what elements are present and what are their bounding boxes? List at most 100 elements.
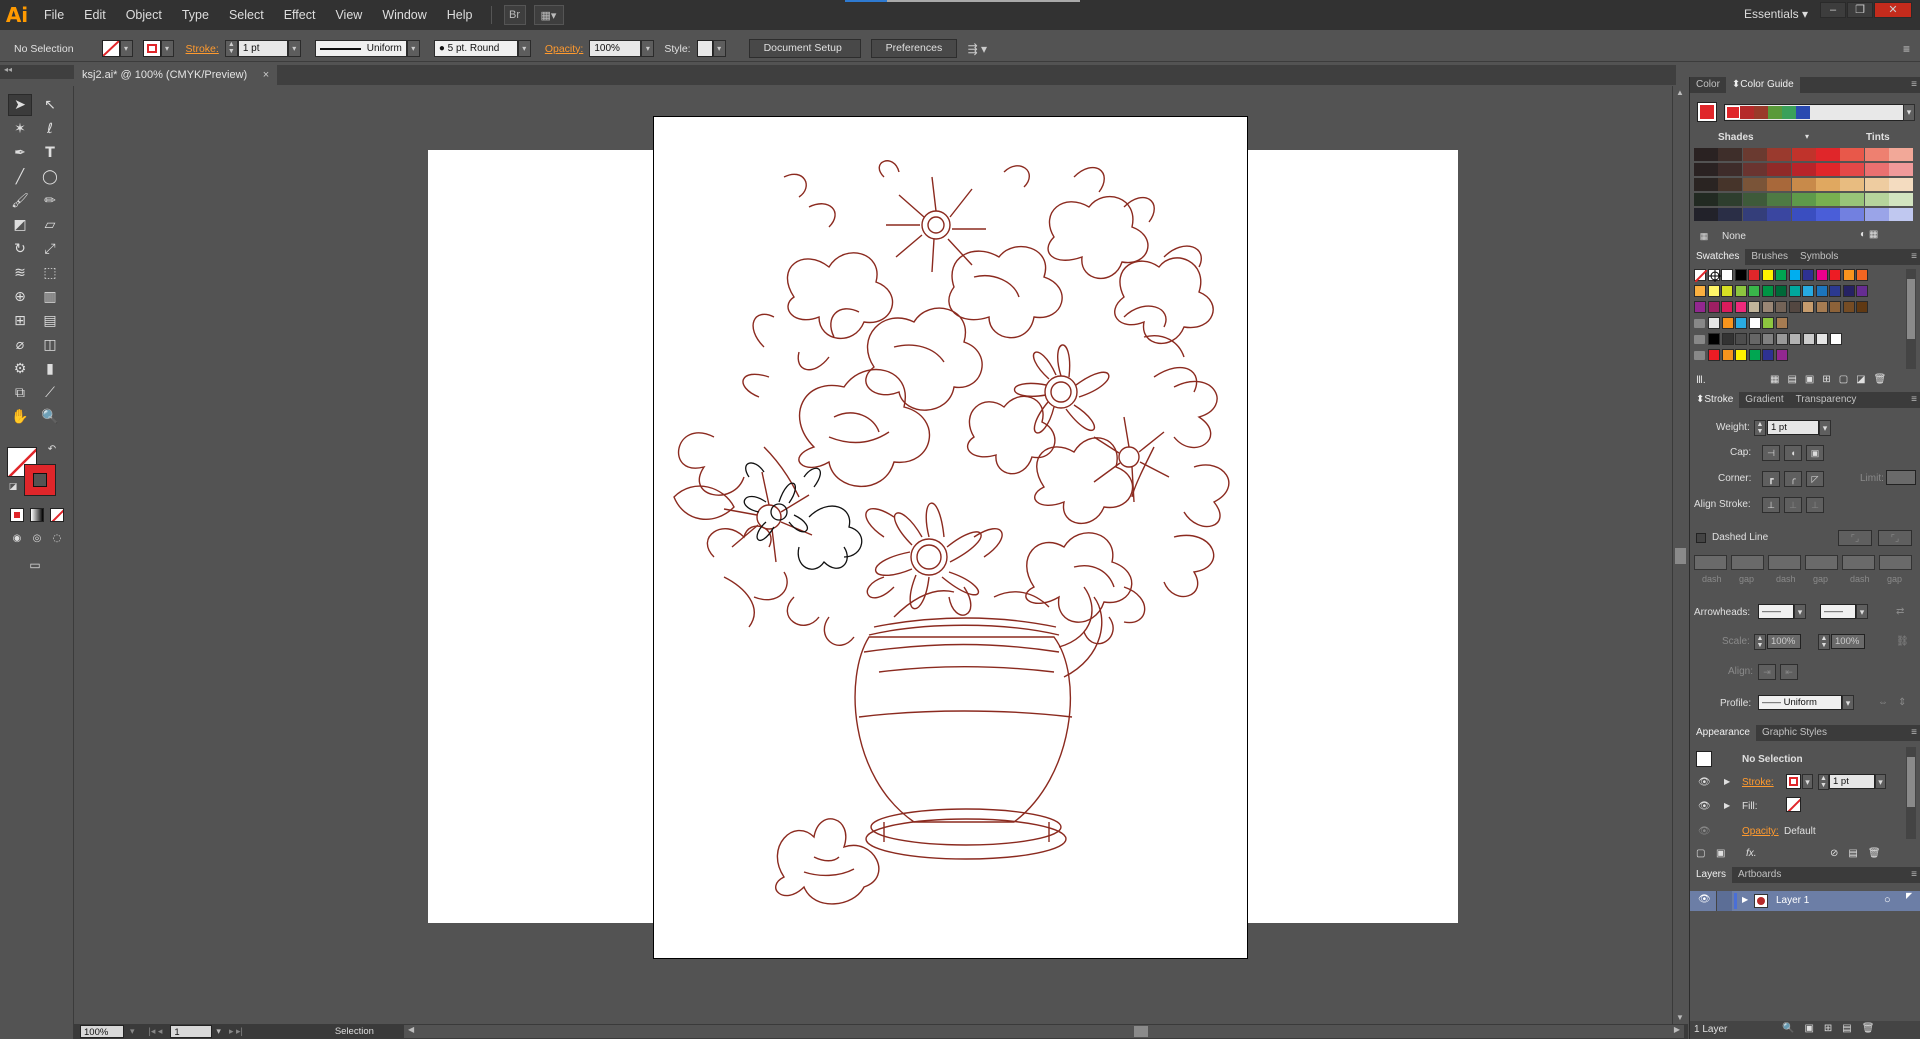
column-graph-tool-icon[interactable]: ▮ bbox=[38, 358, 62, 380]
first-artboard-icon[interactable]: |◂ ◂ bbox=[149, 1026, 163, 1037]
opacity-field[interactable]: 100% bbox=[589, 40, 642, 57]
color-swatch[interactable] bbox=[1707, 285, 1720, 297]
scale-start-field[interactable]: 100% bbox=[1767, 634, 1801, 649]
line-tool-icon[interactable]: ╱ bbox=[8, 166, 32, 188]
swatches-grid[interactable] bbox=[1694, 269, 1904, 369]
slice-tool-icon[interactable]: ⟋ bbox=[38, 382, 62, 404]
canvas[interactable] bbox=[75, 86, 1672, 1024]
color-swatch[interactable] bbox=[1775, 317, 1788, 329]
color-swatch[interactable] bbox=[1789, 333, 1801, 345]
color-guide-cell[interactable] bbox=[1791, 208, 1816, 221]
zoom-tool-icon[interactable]: 🔍 bbox=[38, 406, 62, 428]
color-guide-cell[interactable] bbox=[1816, 178, 1840, 191]
color-guide-cell[interactable] bbox=[1694, 148, 1718, 161]
color-guide-grid[interactable] bbox=[1694, 148, 1914, 223]
dashed-line-checkbox[interactable] bbox=[1696, 533, 1706, 543]
color-guide-cell[interactable] bbox=[1791, 148, 1816, 161]
color-swatch[interactable] bbox=[1721, 317, 1734, 329]
add-effect-icon[interactable]: fx. bbox=[1746, 848, 1757, 859]
color-swatch[interactable] bbox=[1734, 285, 1747, 297]
color-swatch[interactable] bbox=[1856, 301, 1868, 313]
projecting-cap-icon[interactable]: ▣ bbox=[1806, 445, 1824, 461]
color-guide-cell[interactable] bbox=[1816, 193, 1840, 206]
appearance-weight-dropdown[interactable]: ▾ bbox=[1875, 774, 1886, 789]
color-swatch[interactable] bbox=[1856, 285, 1868, 297]
appearance-stroke-stepper[interactable]: ▲ ▼ bbox=[1818, 774, 1829, 790]
toolbar-header[interactable]: ◂◂ bbox=[0, 65, 74, 79]
color-swatch[interactable] bbox=[1707, 301, 1720, 313]
weight-field[interactable]: 1 pt bbox=[1767, 420, 1819, 435]
appearance-fill-swatch[interactable] bbox=[1786, 797, 1801, 812]
color-swatch[interactable] bbox=[1775, 349, 1788, 361]
color-guide-cell[interactable] bbox=[1840, 178, 1865, 191]
stroke-indicator[interactable] bbox=[24, 464, 56, 496]
scroll-down-icon[interactable]: ▼ bbox=[1676, 1013, 1684, 1022]
color-swatch[interactable] bbox=[1735, 333, 1747, 345]
color-guide-cell[interactable] bbox=[1816, 208, 1840, 221]
magic-wand-tool-icon[interactable]: ✶ bbox=[8, 118, 32, 140]
color-guide-cell[interactable] bbox=[1694, 163, 1718, 176]
layer-expand-icon[interactable]: ▶ bbox=[1742, 895, 1748, 904]
opacity-visibility-icon[interactable]: 👁 bbox=[1698, 826, 1711, 837]
document-setup-button[interactable]: Document Setup bbox=[748, 39, 861, 58]
harmony-dropdown[interactable]: ▾ bbox=[1903, 104, 1915, 121]
color-guide-cell[interactable] bbox=[1864, 178, 1889, 191]
selection-tool-icon[interactable]: ➤ bbox=[8, 94, 32, 116]
dash-gap-field[interactable] bbox=[1768, 555, 1801, 570]
color-guide-cell[interactable] bbox=[1767, 178, 1792, 191]
flip-profile-icons[interactable]: ⇔⇕ bbox=[1878, 697, 1916, 708]
gradient-tool-icon[interactable]: ▤ bbox=[38, 310, 62, 332]
scroll-left-icon[interactable]: ◀ bbox=[408, 1025, 414, 1034]
dash-preserve-icon[interactable]: ⌜⌟ bbox=[1838, 530, 1872, 546]
menu-object[interactable]: Object bbox=[116, 0, 172, 30]
align-center-icon[interactable]: ⊥ bbox=[1762, 497, 1780, 513]
color-swatch[interactable] bbox=[1775, 333, 1788, 345]
stroke-weight-stepper[interactable]: ▲ ▼ bbox=[224, 40, 238, 57]
weight-dropdown[interactable]: ▾ bbox=[1819, 420, 1831, 436]
perspective-grid-tool-icon[interactable]: ▥ bbox=[38, 286, 62, 308]
swap-arrowheads-icon[interactable]: ⇄ bbox=[1896, 606, 1904, 617]
limit-field[interactable] bbox=[1886, 470, 1916, 485]
dash-gap-field[interactable] bbox=[1731, 555, 1764, 570]
layer-visibility-icon[interactable]: 👁 bbox=[1698, 894, 1711, 905]
color-mode-gradient[interactable] bbox=[30, 508, 44, 522]
color-swatch[interactable] bbox=[1735, 317, 1747, 329]
screen-mode-icon[interactable]: ▭ bbox=[22, 556, 48, 574]
swatches-panel-menu-icon[interactable]: ≡ bbox=[1911, 249, 1917, 265]
hand-tool-icon[interactable]: ✋ bbox=[8, 406, 32, 428]
tab-symbols[interactable]: Symbols bbox=[1794, 249, 1844, 265]
dash-align-icon[interactable]: ⌜⌟ bbox=[1878, 530, 1912, 546]
color-swatch[interactable] bbox=[1829, 333, 1842, 345]
add-new-stroke-icon[interactable]: ▢ bbox=[1696, 848, 1705, 859]
direct-selection-tool-icon[interactable]: ↖ bbox=[38, 94, 62, 116]
color-swatch[interactable] bbox=[1721, 285, 1733, 297]
color-swatch[interactable] bbox=[1748, 285, 1760, 297]
appearance-opacity-label[interactable]: Opacity: bbox=[1742, 826, 1779, 837]
dash-gap-field[interactable] bbox=[1805, 555, 1838, 570]
opacity-label[interactable]: Opacity: bbox=[545, 43, 584, 55]
color-swatch[interactable] bbox=[1816, 333, 1828, 345]
fill-swatch[interactable] bbox=[101, 40, 120, 57]
graphic-style-swatch[interactable] bbox=[696, 40, 713, 57]
color-swatch[interactable] bbox=[1748, 269, 1760, 281]
horizontal-scrollbar[interactable]: ◀ ▶ bbox=[404, 1025, 1684, 1038]
menu-edit[interactable]: Edit bbox=[74, 0, 116, 30]
scale-tool-icon[interactable]: ⤢ bbox=[38, 238, 62, 260]
color-swatch[interactable] bbox=[1842, 269, 1855, 281]
color-swatch[interactable] bbox=[1788, 301, 1801, 313]
menu-window[interactable]: Window bbox=[372, 0, 436, 30]
menu-type[interactable]: Type bbox=[172, 0, 219, 30]
stroke-panel-menu-icon[interactable]: ≡ bbox=[1911, 392, 1917, 408]
lasso-tool-icon[interactable]: ℓ bbox=[38, 118, 62, 140]
bridge-icon[interactable]: Br bbox=[503, 5, 526, 25]
color-guide-cell[interactable] bbox=[1816, 163, 1840, 176]
arrange-icon[interactable]: ⇶ ▾ bbox=[968, 42, 987, 56]
style-dropdown[interactable]: ▾ bbox=[712, 40, 726, 57]
stroke-label[interactable]: Stroke: bbox=[186, 43, 219, 55]
layer-selection-indicator[interactable]: ◤ bbox=[1906, 891, 1912, 900]
control-panel-menu-icon[interactable]: ≡ bbox=[1903, 42, 1910, 56]
color-guide-cell[interactable] bbox=[1864, 163, 1889, 176]
draw-normal-icon[interactable]: ◉ bbox=[8, 530, 26, 546]
color-swatch[interactable] bbox=[1708, 317, 1720, 329]
appearance-scrollbar[interactable] bbox=[1906, 747, 1916, 839]
